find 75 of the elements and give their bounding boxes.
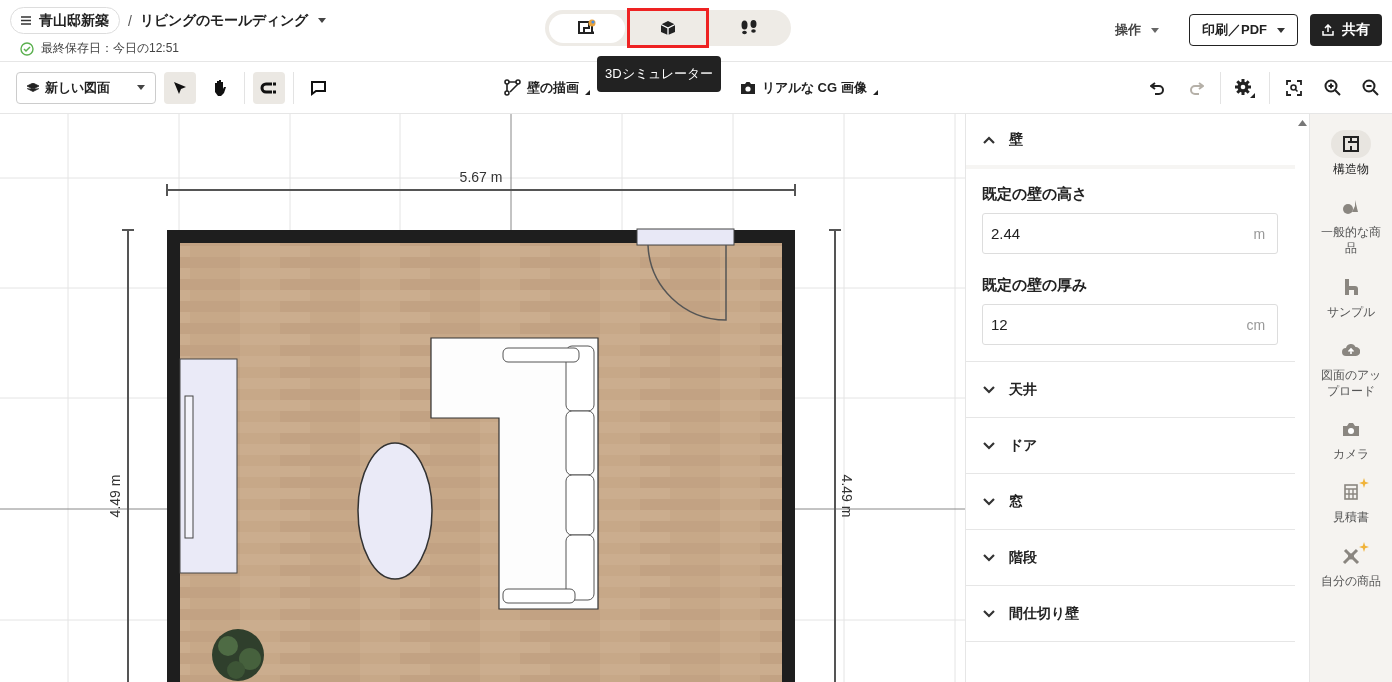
caret-icon <box>1151 27 1159 33</box>
section-header[interactable]: 窓 <box>966 474 1296 529</box>
field-label: 既定の壁の高さ <box>982 185 1088 204</box>
undo-icon <box>1150 80 1166 95</box>
zoom-in-icon <box>1323 79 1341 96</box>
share-button[interactable]: 共有 <box>1310 14 1382 46</box>
chevron-down-icon <box>983 441 995 450</box>
chevron-up-icon <box>983 135 995 144</box>
breadcrumb-separator: / <box>128 12 132 29</box>
actions-menu[interactable]: 操作 <box>1115 21 1159 39</box>
sidebar-item[interactable]: 自分の商品 <box>1311 541 1392 589</box>
tooltip: 3Dシミュレーター <box>597 56 721 92</box>
dimension-label: 4.49 m <box>107 474 123 518</box>
wall-path-icon <box>504 79 521 96</box>
camera-icon <box>740 80 756 95</box>
caret-icon <box>317 18 326 23</box>
calculator-icon <box>1344 484 1359 501</box>
house-icon <box>1343 277 1360 296</box>
pointer-icon <box>172 79 188 96</box>
draw-wall-button[interactable]: 壁の描画 <box>504 78 590 97</box>
save-status: 最終保存日：今日の12:51 <box>41 40 180 57</box>
layers-icon <box>27 82 39 93</box>
tools-icon <box>1342 546 1361 565</box>
layer-select[interactable]: 新しい図面 <box>16 71 156 104</box>
section-header[interactable]: 壁 <box>966 114 1296 169</box>
caret-icon <box>1277 27 1285 33</box>
cloud-upload-icon <box>1342 342 1361 357</box>
field-label: 既定の壁の厚み <box>982 276 1088 295</box>
plan-title-dropdown[interactable]: リビングのモールディング <box>139 11 326 30</box>
chevron-down-icon <box>983 553 995 562</box>
corner-caret-icon <box>872 89 878 95</box>
print-pdf-button[interactable]: 印刷／PDF <box>1189 14 1298 46</box>
realistic-render-button[interactable]: リアルな CG 画像 <box>740 78 878 97</box>
check-circle-icon <box>20 41 34 56</box>
sidebar-item[interactable]: 図面のアップロード <box>1311 335 1392 400</box>
comment-icon <box>309 79 327 96</box>
footprints-icon <box>740 20 758 36</box>
section-header[interactable]: 階段 <box>966 530 1296 585</box>
plant-drawing <box>212 629 264 681</box>
corner-caret-icon <box>585 89 590 95</box>
sparkle-icon <box>1359 478 1370 489</box>
chevron-down-icon <box>983 385 995 394</box>
share-icon <box>1322 24 1334 36</box>
magnet-snap-button[interactable] <box>253 71 285 104</box>
floor-plan-icon <box>577 19 597 37</box>
magnet-icon <box>260 81 278 94</box>
sidebar-item[interactable]: 見積書 <box>1311 478 1392 526</box>
input-field[interactable]: 2.44 m <box>982 213 1279 254</box>
chevron-down-icon <box>983 609 995 618</box>
input-field[interactable]: 12 cm <box>982 304 1279 345</box>
floor-plan-tab[interactable] <box>549 13 625 43</box>
sidebar-item[interactable]: 一般的な商品 <box>1311 193 1392 257</box>
settings-icon <box>1234 77 1256 98</box>
sidebar-item[interactable]: カメラ <box>1311 415 1392 463</box>
camera-icon <box>1342 421 1361 437</box>
redo-icon <box>1188 80 1204 95</box>
chevron-down-icon <box>983 497 995 506</box>
three-d-tab[interactable] <box>627 8 709 48</box>
section-header[interactable]: 天井 <box>966 362 1296 417</box>
scroll-up-icon[interactable] <box>1297 120 1307 126</box>
section-header[interactable]: ドア <box>966 418 1296 473</box>
sidebar-item[interactable]: サンプル <box>1311 272 1392 320</box>
select-tool-button[interactable] <box>164 71 196 104</box>
cube-icon <box>660 20 676 36</box>
dimension-label: 4.49 m <box>839 474 855 518</box>
section-header[interactable]: 間仕切り壁 <box>966 586 1296 641</box>
hand-icon <box>212 78 228 97</box>
dimension-label: 5.67 m <box>459 169 503 185</box>
menu-icon <box>21 16 31 25</box>
floor-plan-icon <box>1342 135 1361 153</box>
sidebar-item[interactable]: 構造物 <box>1311 130 1392 178</box>
caret-icon <box>137 85 145 90</box>
zoom-out-icon <box>1361 79 1379 96</box>
sparkle-icon <box>1359 541 1370 552</box>
fit-view-icon <box>1286 79 1302 96</box>
